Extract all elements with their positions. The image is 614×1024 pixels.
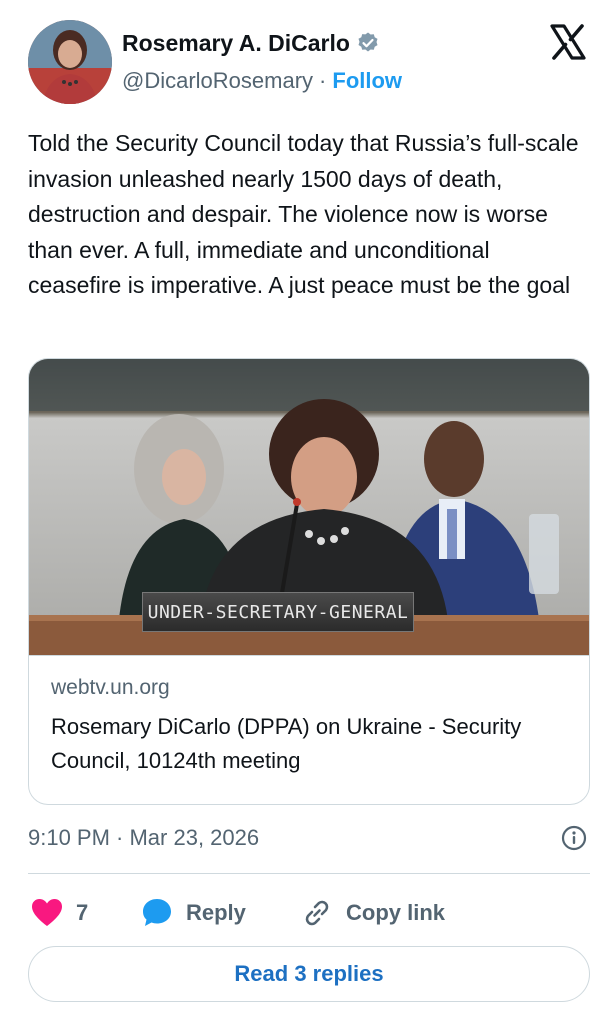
info-icon[interactable] xyxy=(560,824,588,852)
tweet-text: Told the Security Council today that Rus… xyxy=(28,130,579,298)
author-handle[interactable]: @DicarloRosemary xyxy=(122,68,313,94)
author-handle-row: @DicarloRosemary · Follow xyxy=(122,66,402,96)
follow-button[interactable]: Follow xyxy=(332,68,402,94)
read-replies-button[interactable]: Read 3 replies xyxy=(28,946,590,1002)
link-icon xyxy=(305,900,329,926)
like-count: 7 xyxy=(76,900,89,925)
copy-link-button[interactable]: Copy link xyxy=(300,896,445,930)
nameplate-caption: UNDER-SECRETARY-GENERAL xyxy=(142,592,414,632)
copy-link-label: Copy link xyxy=(346,900,446,925)
display-name[interactable]: Rosemary A. DiCarlo xyxy=(122,30,350,57)
link-domain: webtv.un.org xyxy=(51,676,170,699)
verified-badge-icon xyxy=(356,31,380,55)
divider xyxy=(28,873,590,874)
reply-label: Reply xyxy=(186,900,246,925)
link-title: Rosemary DiCarlo (DPPA) on Ukraine - Sec… xyxy=(51,714,522,773)
action-bar: 7 Reply Copy link xyxy=(30,893,445,933)
link-preview-image: UNDER-SECRETARY-GENERAL xyxy=(29,359,589,655)
link-preview-card[interactable]: UNDER-SECRETARY-GENERAL webtv.un.org Ros… xyxy=(28,358,590,805)
tweet-embed-card: Rosemary A. DiCarlo @DicarloRosemary · F… xyxy=(0,0,614,1024)
reply-button[interactable]: Reply xyxy=(140,896,300,930)
separator-dot: · xyxy=(319,68,327,93)
avatar[interactable] xyxy=(28,20,112,104)
x-logo-icon[interactable] xyxy=(548,22,588,62)
heart-icon xyxy=(32,899,62,926)
timestamp[interactable]: 9:10 PM · Mar 23, 2026 xyxy=(28,825,259,851)
link-preview-meta: webtv.un.org Rosemary DiCarlo (DPPA) on … xyxy=(29,655,589,804)
reply-bubble-icon xyxy=(143,899,171,926)
like-button[interactable]: 7 xyxy=(30,896,140,930)
timestamp-row: 9:10 PM · Mar 23, 2026 xyxy=(28,822,588,854)
author-name-row: Rosemary A. DiCarlo xyxy=(122,28,380,58)
